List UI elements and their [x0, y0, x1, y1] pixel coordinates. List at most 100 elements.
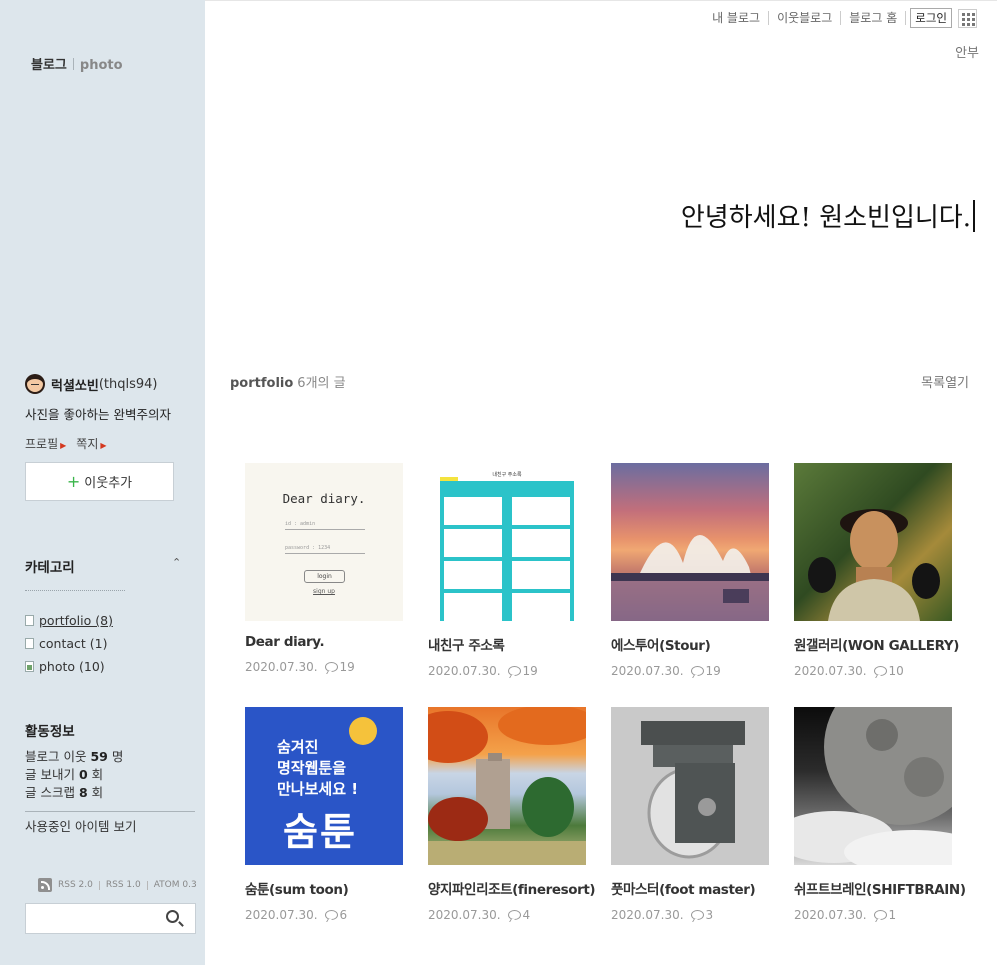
thumb-promo-text: 숨겨진 명작웹툰을 만나보세요 ! [277, 737, 358, 800]
post-card[interactable]: 원갤러리(WON GALLERY) 2020.07.30. 10 [794, 463, 959, 707]
nav-my-blog[interactable]: 내 블로그 [704, 11, 770, 25]
message-link-label[interactable]: 쪽지 [76, 437, 98, 451]
post-thumbnail[interactable] [794, 463, 952, 621]
post-meta: 2020.07.30. 6 [245, 908, 403, 922]
comment-count[interactable]: 19 [340, 660, 355, 674]
search-icon[interactable] [166, 910, 179, 923]
post-card[interactable]: 숨겨진 명작웹툰을 만나보세요 ! 숨툰 숨툰(sum toon) 2020.0… [245, 707, 403, 951]
category-label[interactable]: photo (10) [39, 659, 105, 674]
login-button[interactable]: 로그인 [910, 8, 952, 28]
post-title[interactable]: 풋마스터(foot master) [611, 878, 769, 898]
category-item-portfolio[interactable]: portfolio (8) [25, 609, 113, 632]
comment-icon[interactable] [690, 666, 704, 676]
comment-count[interactable]: 1 [889, 908, 897, 922]
category-label[interactable]: portfolio (8) [39, 613, 113, 628]
comment-icon[interactable] [324, 662, 338, 672]
comment-count[interactable]: 6 [340, 908, 348, 922]
category-item-photo[interactable]: photo (10) [25, 655, 113, 678]
comment-icon[interactable] [873, 666, 887, 676]
thumb-cell [444, 529, 502, 557]
post-title[interactable]: 원갤러리(WON GALLERY) [794, 634, 959, 654]
activity-list: 블로그 이웃 59 명 글 보내기 0 회 글 스크랩 8 회 [25, 748, 123, 802]
feed-links: RSS 2.0 RSS 1.0 ATOM 0.3 [38, 878, 197, 892]
post-card[interactable]: 내친구 주소록 내친구 주소록 2020.07.30. 19 [428, 463, 586, 707]
comment-count[interactable]: 19 [523, 664, 538, 678]
feed-divider [146, 880, 148, 890]
message-link[interactable]: 쪽지 ▶ [76, 435, 106, 452]
post-date: 2020.07.30. [611, 908, 684, 922]
post-meta: 2020.07.30. 10 [794, 664, 952, 678]
guestbook-link[interactable]: 안부 [955, 42, 979, 61]
post-thumbnail[interactable] [794, 707, 952, 865]
profile-name[interactable]: 럭셜쏘빈 (thqls94) [25, 374, 158, 394]
items-in-use-link[interactable]: 사용중인 아이템 보기 [25, 816, 136, 835]
resort-image [428, 707, 586, 865]
post-meta: 2020.07.30. 3 [611, 908, 769, 922]
comment-icon[interactable] [873, 910, 887, 920]
profile-nickname[interactable]: 럭셜쏘빈 [51, 375, 99, 394]
post-title[interactable]: 에스투어(Stour) [611, 634, 769, 654]
post-title[interactable]: 양지파인리조트(fineresort) [428, 878, 596, 898]
comment-count[interactable]: 4 [523, 908, 531, 922]
thumb-cell [512, 497, 570, 525]
post-card[interactable]: Dear diary. id : admin password : 1234 l… [245, 463, 403, 707]
post-title[interactable]: 내친구 주소록 [428, 634, 586, 654]
comment-count[interactable]: 3 [706, 908, 714, 922]
post-thumbnail[interactable]: Dear diary. id : admin password : 1234 l… [245, 463, 403, 621]
activity-neighbors[interactable]: 블로그 이웃 59 명 [25, 748, 123, 766]
avatar[interactable] [25, 374, 45, 394]
open-list-button[interactable]: 목록열기 [921, 372, 969, 391]
comment-icon[interactable] [690, 910, 704, 920]
post-card[interactable]: 양지파인리조트(fineresort) 2020.07.30. 4 [428, 707, 596, 951]
post-thumbnail[interactable]: 내친구 주소록 [428, 463, 586, 621]
post-title[interactable]: 숨툰(sum toon) [245, 878, 403, 898]
brand-title[interactable]: 블로그 [31, 58, 67, 73]
post-thumbnail[interactable]: 숨겨진 명작웹툰을 만나보세요 ! 숨툰 [245, 707, 403, 865]
add-neighbor-button[interactable]: + 이웃추가 [25, 462, 174, 501]
profile-link-label[interactable]: 프로필 [25, 437, 58, 451]
post-title[interactable]: 쉬프트브레인(SHIFTBRAIN) [794, 878, 966, 898]
category-label[interactable]: contact (1) [39, 636, 107, 651]
activity-unit: 회 [87, 767, 104, 782]
comment-icon[interactable] [507, 666, 521, 676]
activity-unit: 명 [107, 749, 124, 764]
search-input[interactable] [25, 903, 196, 934]
activity-count: 8 [78, 785, 88, 800]
activity-scraps[interactable]: 글 스크랩 8 회 [25, 784, 123, 802]
post-thumbnail[interactable] [611, 463, 769, 621]
comment-icon[interactable] [324, 910, 338, 920]
feed-rss1[interactable]: RSS 1.0 [106, 880, 141, 890]
activity-sends[interactable]: 글 보내기 0 회 [25, 766, 123, 784]
nav-neighbor-blog[interactable]: 이웃블로그 [769, 11, 842, 25]
sidebar: 블로그 photo 럭셜쏘빈 (thqls94) 사진을 좋아하는 완벽주의자 프로… [0, 0, 205, 965]
blog-brand[interactable]: 블로그 photo [31, 54, 123, 73]
thumb-signup: sign up [313, 588, 335, 595]
nav-blog-home[interactable]: 블로그 홈 [841, 11, 907, 25]
chevron-up-icon[interactable]: ⌃ [172, 556, 181, 569]
profile-link[interactable]: 프로필 ▶ [25, 435, 66, 452]
post-thumbnail[interactable] [428, 707, 586, 865]
profile-description: 사진을 좋아하는 완벽주의자 [25, 407, 171, 422]
activity-label: 글 스크랩 [25, 785, 79, 800]
post-card[interactable]: 쉬프트브레인(SHIFTBRAIN) 2020.07.30. 1 [794, 707, 966, 951]
feed-atom[interactable]: ATOM 0.3 [154, 880, 197, 890]
post-card[interactable]: 에스투어(Stour) 2020.07.30. 19 [611, 463, 769, 707]
brand-category[interactable]: photo [80, 58, 123, 73]
post-date: 2020.07.30. [245, 908, 318, 922]
comment-icon[interactable] [507, 910, 521, 920]
apps-grid-icon[interactable] [958, 8, 977, 28]
comment-count[interactable]: 19 [706, 664, 721, 678]
arrow-right-icon: ▶ [60, 441, 67, 450]
post-card[interactable]: 풋마스터(foot master) 2020.07.30. 3 [611, 707, 769, 951]
comment-count[interactable]: 10 [889, 664, 904, 678]
activity-divider [25, 811, 195, 812]
top-nav: 내 블로그 이웃블로그 블로그 홈 로그인 [704, 8, 977, 28]
category-item-contact[interactable]: contact (1) [25, 632, 113, 655]
feed-rss2[interactable]: RSS 2.0 [58, 880, 93, 890]
profile-id[interactable]: (thqls94) [99, 377, 158, 392]
post-thumbnail[interactable] [611, 707, 769, 865]
thumb-line: 명작웹툰을 [277, 759, 347, 777]
post-title[interactable]: Dear diary. [245, 634, 403, 650]
list-category[interactable]: portfolio [230, 376, 293, 391]
main-content: 내 블로그 이웃블로그 블로그 홈 로그인 안부 안녕하세요! 원소빈입니다. … [205, 0, 997, 965]
